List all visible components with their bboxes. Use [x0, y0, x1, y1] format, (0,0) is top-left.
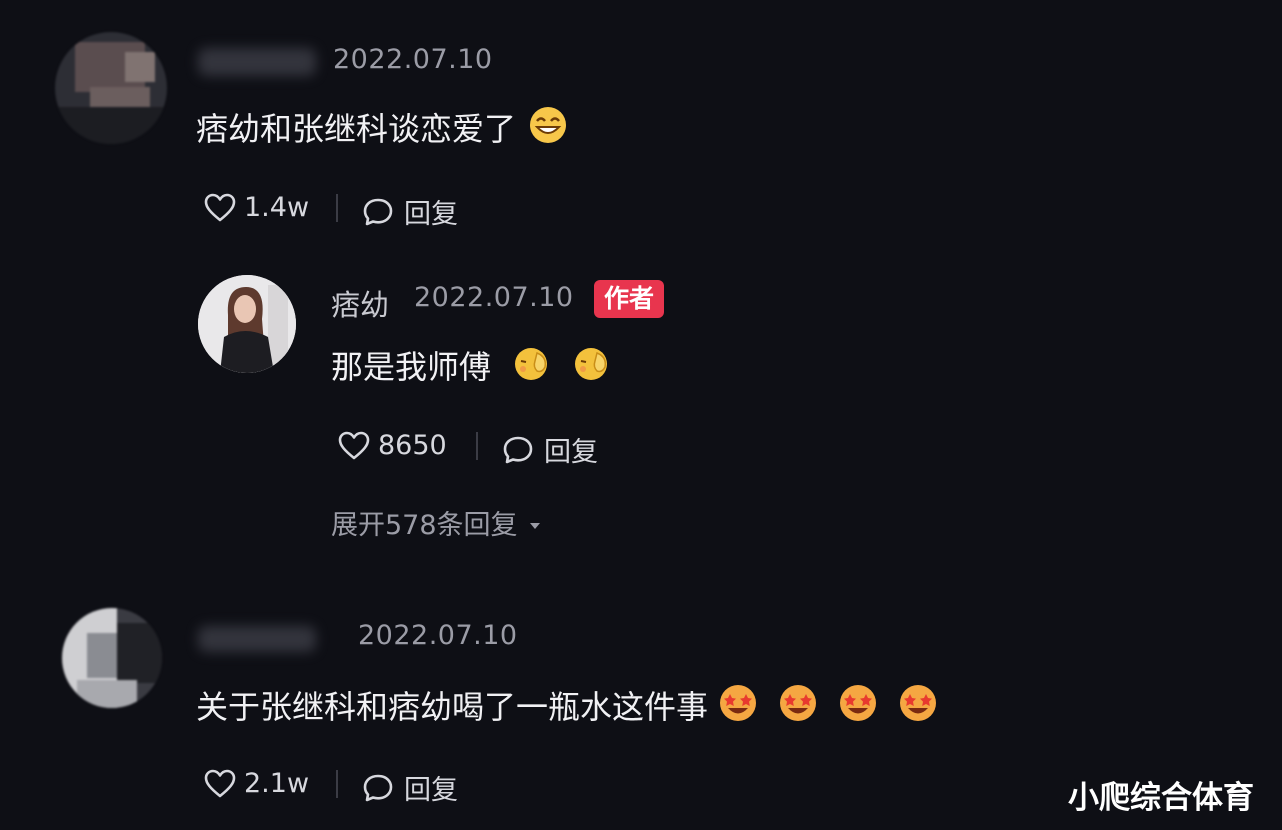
- avatar[interactable]: [62, 608, 162, 708]
- username-blurred[interactable]: [198, 48, 316, 76]
- like-count: 1.4w: [244, 192, 310, 223]
- heart-outline-icon: [204, 193, 236, 223]
- author-like-button[interactable]: 8650: [338, 430, 447, 461]
- heart-eyes-emoji: [718, 683, 758, 727]
- author-badge: 作者: [594, 280, 665, 318]
- author-reply-text: 那是我师傅: [331, 348, 492, 386]
- avatar[interactable]: [55, 32, 167, 144]
- heart-outline-icon: [338, 431, 370, 461]
- author-reply-body: 那是我师傅: [331, 342, 613, 388]
- comment-body: 关于张继科和痞幼喝了一瓶水这件事: [196, 682, 938, 728]
- divider: [336, 194, 338, 222]
- comment-text: 关于张继科和痞幼喝了一瓶水这件事: [196, 688, 709, 726]
- like-button[interactable]: 2.1w: [204, 768, 309, 799]
- comment-body: 痞幼和张继科谈恋爱了: [196, 104, 568, 150]
- heart-eyes-emoji: [778, 683, 818, 727]
- speech-bubble-icon: [362, 197, 394, 227]
- watermark-text: 小爬综合体育: [1068, 780, 1254, 816]
- caret-down-icon: [528, 507, 542, 538]
- reply-button[interactable]: 回复: [362, 768, 458, 807]
- like-count: 8650: [378, 430, 447, 461]
- heart-outline-icon: [204, 769, 236, 799]
- reply-label: 回复: [544, 437, 598, 468]
- username-blurred[interactable]: [198, 626, 316, 652]
- reply-button[interactable]: 回复: [362, 192, 458, 231]
- expand-replies-label: 展开578条回复: [331, 510, 518, 541]
- comment-date: 2022.07.10: [333, 44, 493, 75]
- like-button[interactable]: 1.4w: [204, 192, 309, 223]
- comment-text: 痞幼和张继科谈恋爱了: [196, 110, 517, 148]
- author-reply-button[interactable]: 回复: [502, 430, 598, 469]
- reply-label: 回复: [404, 199, 458, 230]
- comment-date: 2022.07.10: [358, 620, 518, 651]
- like-count: 2.1w: [244, 768, 310, 799]
- author-reply-date: 2022.07.10: [414, 282, 574, 313]
- author-name[interactable]: 痞幼: [331, 282, 389, 324]
- shy-face-emoji: [511, 343, 553, 387]
- shy-face-emoji: [571, 343, 613, 387]
- reply-label: 回复: [404, 775, 458, 806]
- grinning-emoji: [528, 105, 568, 149]
- divider: [476, 432, 478, 460]
- divider: [336, 770, 338, 798]
- speech-bubble-icon: [502, 435, 534, 465]
- speech-bubble-icon: [362, 773, 394, 803]
- heart-eyes-emoji: [838, 683, 878, 727]
- heart-eyes-emoji: [898, 683, 938, 727]
- expand-replies-button[interactable]: 展开578条回复: [331, 503, 542, 542]
- author-avatar[interactable]: [198, 275, 296, 373]
